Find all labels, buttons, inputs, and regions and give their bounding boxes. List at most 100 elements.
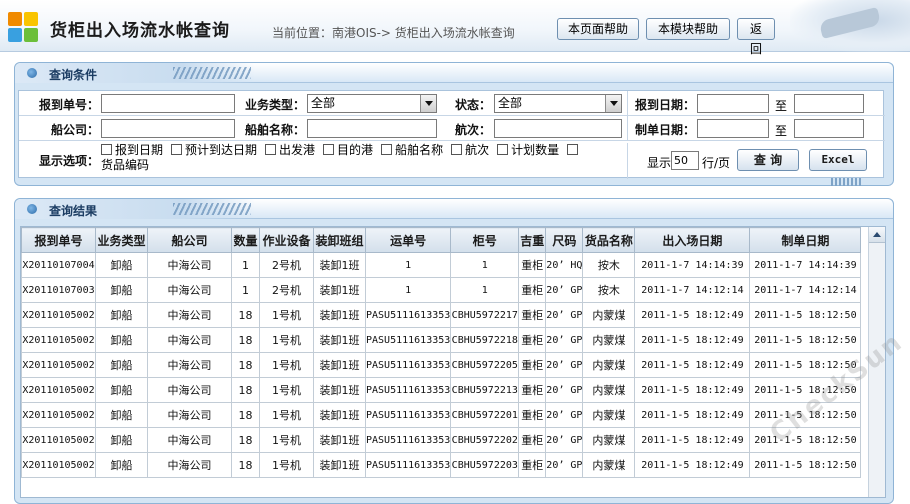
col-report-no-cell: X20110105002 (21, 377, 96, 403)
col-equipment-cell: 1号机 (259, 452, 314, 478)
query-button[interactable]: 查 询 (737, 149, 799, 171)
biz-type-select[interactable]: 全部 (307, 94, 437, 113)
col-shipping-co-cell: 中海公司 (147, 377, 232, 403)
col-equipment-cell: 2号机 (259, 277, 314, 303)
col-in-out-date-cell: 2011-1-5 18:12:49 (634, 452, 751, 478)
status-label: 状态： (454, 98, 491, 112)
option-label: 航次 (465, 143, 490, 157)
result-panel-title: 查询结果 (49, 204, 98, 218)
col-biz-type-cell: 卸船 (95, 402, 148, 428)
handshake-banner-image (790, 0, 910, 52)
option-label: 目的港 (337, 143, 374, 157)
col-container-no-header[interactable]: 柜号 (450, 227, 520, 253)
option-label: 报到日期 (115, 143, 164, 157)
col-report-no-header[interactable]: 报到单号 (21, 227, 96, 253)
col-equipment-header[interactable]: 作业设备 (259, 227, 314, 253)
table-row[interactable]: X20110105002 卸船 中海公司 18 1号机 装卸1班 PASU511161335… (21, 452, 862, 478)
col-equipment-cell: 1号机 (259, 377, 314, 403)
col-size-cell: 20’ GP (545, 377, 584, 403)
col-in-out-date-header[interactable]: 出入场日期 (634, 227, 751, 253)
col-crew-cell: 装卸1班 (313, 352, 366, 378)
doc-date-to-input[interactable] (794, 119, 864, 138)
col-waybill-cell: PASU5111613353 (364, 327, 452, 353)
show-label: 显示 (647, 156, 672, 170)
panel-collapse-handle[interactable] (831, 178, 863, 186)
col-goods-name-header[interactable]: 货品名称 (582, 227, 636, 253)
scroll-up-icon[interactable] (869, 227, 885, 243)
col-size-header[interactable]: 尺码 (545, 227, 584, 253)
option-report-date-checkbox[interactable] (101, 144, 112, 155)
col-crew-cell: 装卸1班 (313, 302, 366, 328)
col-size-cell: 20’ GP (545, 352, 584, 378)
table-row[interactable]: X20110107003 卸船 中海公司 1 2号机 装卸1班 1 1 重柜 20’ GP 按木 20… (21, 277, 862, 303)
col-shipping-co-cell: 中海公司 (147, 302, 232, 328)
col-biz-type-header[interactable]: 业务类型 (95, 227, 148, 253)
option-plan-qty-checkbox[interactable] (497, 144, 509, 155)
col-qty-cell: 1 (231, 252, 260, 278)
col-gross-cell: 重柜 (518, 352, 547, 378)
col-report-no-cell: X20110107004 (21, 252, 96, 278)
table-row[interactable]: X20110105002 卸船 中海公司 18 1号机 装卸1班 PASU511161335… (21, 302, 862, 328)
col-in-out-date-cell: 2011-1-5 18:12:49 (634, 402, 751, 428)
status-select[interactable]: 全部 (494, 94, 622, 113)
col-equipment-cell: 1号机 (259, 327, 314, 353)
col-waybill-header[interactable]: 运单号 (364, 227, 452, 253)
option-voyage-checkbox[interactable] (451, 144, 463, 155)
page-size-input[interactable]: 50 (671, 151, 699, 170)
report-date-label: 报到日期： (634, 98, 695, 112)
col-container-no-cell: CBHU5972202 (450, 427, 520, 453)
shipping-co-input[interactable] (101, 119, 235, 138)
module-help-button[interactable]: 本模块帮助 (646, 18, 730, 40)
page-title: 货柜出入场流水帐查询 (50, 21, 230, 41)
col-doc-date-cell: 2011-1-5 18:12:50 (749, 302, 862, 328)
query-panel-title: 查询条件 (49, 68, 98, 82)
option-destination-port-checkbox[interactable] (323, 144, 335, 155)
vessel-input[interactable] (307, 119, 437, 138)
table-row[interactable]: X20110105002 卸船 中海公司 18 1号机 装卸1班 PASU511161335… (21, 352, 862, 378)
col-doc-date-cell: 2011-1-5 18:12:50 (749, 327, 862, 353)
biz-type-label: 业务类型： (244, 98, 305, 112)
col-crew-cell: 装卸1班 (313, 277, 366, 303)
report-date-to-input[interactable] (794, 94, 864, 113)
back-button[interactable]: 返回 (737, 18, 775, 56)
col-in-out-date-cell: 2011-1-5 18:12:49 (634, 377, 751, 403)
col-doc-date-cell: 2011-1-7 14:14:39 (749, 252, 862, 278)
table-row[interactable]: X20110105002 卸船 中海公司 18 1号机 装卸1班 PASU511161335… (21, 327, 862, 353)
table-row[interactable]: X20110107004 卸船 中海公司 1 2号机 装卸1班 1 1 重柜 20’ HQ 按木 20… (21, 252, 862, 278)
table-row[interactable]: X20110105002 卸船 中海公司 18 1号机 装卸1班 PASU511161335… (21, 402, 862, 428)
table-row[interactable]: X20110105002 卸船 中海公司 18 1号机 装卸1班 PASU511161335… (21, 377, 862, 403)
col-qty-cell: 18 (231, 302, 260, 328)
col-gross-cell: 重柜 (518, 327, 547, 353)
col-in-out-date-cell: 2011-1-5 18:12:49 (634, 352, 751, 378)
doc-date-from-input[interactable] (697, 119, 769, 138)
col-doc-date-header[interactable]: 制单日期 (749, 227, 862, 253)
col-shipping-co-header[interactable]: 船公司 (147, 227, 232, 253)
query-row-1: 报到单号： 业务类型： 全部 状态： 全部 报到日期： 至 (19, 91, 885, 116)
report-no-input[interactable] (101, 94, 235, 113)
option-vessel-name-checkbox[interactable] (381, 144, 393, 155)
col-biz-type-cell: 卸船 (95, 352, 148, 378)
col-shipping-co-cell: 中海公司 (147, 252, 232, 278)
voyage-input[interactable] (494, 119, 622, 138)
col-crew-header[interactable]: 装卸班组 (313, 227, 366, 253)
col-biz-type-cell: 卸船 (95, 302, 148, 328)
col-qty-cell: 18 (231, 327, 260, 353)
col-qty-header[interactable]: 数量 (231, 227, 260, 253)
option-departure-port-checkbox[interactable] (265, 144, 277, 155)
col-report-no-cell: X20110105002 (21, 302, 96, 328)
option-eta-checkbox[interactable] (171, 144, 183, 155)
page-help-button[interactable]: 本页面帮助 (557, 18, 639, 40)
col-report-no-cell: X20110105002 (21, 427, 96, 453)
col-goods-name-cell: 内蒙煤 (582, 327, 636, 353)
col-goods-name-cell: 按木 (582, 252, 636, 278)
excel-export-button[interactable]: Excel (809, 149, 867, 171)
col-gross-cell: 重柜 (518, 452, 547, 478)
col-crew-cell: 装卸1班 (313, 427, 366, 453)
col-gross-header[interactable]: 吉重 (518, 227, 547, 253)
col-waybill-cell: 1 (364, 277, 452, 303)
report-date-from-input[interactable] (697, 94, 769, 113)
table-row[interactable]: X20110105002 卸船 中海公司 18 1号机 装卸1班 PASU511161335… (21, 427, 862, 453)
col-shipping-co-cell: 中海公司 (147, 277, 232, 303)
status-selected: 全部 (498, 96, 523, 110)
option-goods-code-checkbox[interactable] (567, 144, 579, 155)
